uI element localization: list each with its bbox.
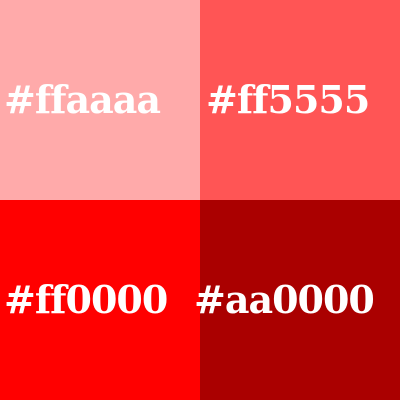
swatch-hex-label: #ffaaaa <box>4 77 161 122</box>
swatch-hex-label: #ff5555 <box>206 77 370 122</box>
color-swatch: #ff5555 <box>200 0 400 200</box>
color-swatch: #ff0000 <box>0 200 200 400</box>
swatch-hex-label: #aa0000 <box>194 277 375 322</box>
color-swatch: #aa0000 <box>194 200 400 400</box>
color-swatch-grid: #ffaaaa #ff5555 #ff0000 #aa0000 <box>0 0 400 400</box>
swatch-hex-label: #ff0000 <box>4 277 168 322</box>
color-swatch: #ffaaaa <box>0 0 200 200</box>
